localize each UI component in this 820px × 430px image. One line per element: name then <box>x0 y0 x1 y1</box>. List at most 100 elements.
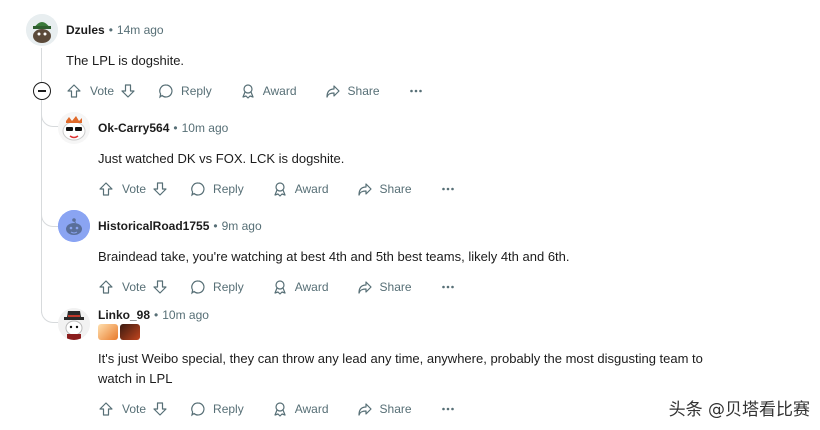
more-options-button[interactable] <box>408 83 424 99</box>
upvote-button[interactable] <box>98 181 114 197</box>
more-options-button[interactable] <box>440 401 456 417</box>
avatar[interactable] <box>58 210 90 242</box>
upvote-button[interactable] <box>98 401 114 417</box>
vote-label: Vote <box>122 280 147 294</box>
award-button[interactable]: Award <box>272 279 329 295</box>
ellipsis-icon <box>409 89 422 93</box>
downvote-button[interactable] <box>152 401 168 417</box>
separator: • <box>108 23 113 37</box>
award-button[interactable]: Award <box>240 83 297 99</box>
thread-line-main <box>41 48 42 82</box>
vote-label: Vote <box>122 182 147 196</box>
username[interactable]: Ok-Carry564 <box>98 121 169 135</box>
minus-icon <box>38 90 46 92</box>
share-label: Share <box>347 84 380 98</box>
comment-text: It's just Weibo special, they can throw … <box>98 349 798 389</box>
comment-text: Braindead take, you're watching at best … <box>98 249 570 264</box>
avatar-icon <box>26 14 58 46</box>
award-button[interactable]: Award <box>272 181 329 197</box>
comment-meta: Linko_98 • 10m ago <box>98 307 209 323</box>
award-icon <box>274 182 286 197</box>
award-icon <box>274 402 286 417</box>
upvote-button[interactable] <box>98 279 114 295</box>
comment-actions: Vote Reply Award Share <box>98 178 456 200</box>
vote-label: Vote <box>122 402 147 416</box>
comment-actions: Vote Reply Award Share <box>98 398 456 420</box>
watermark: 头条 @贝塔看比赛 <box>668 400 810 420</box>
avatar-icon <box>58 308 90 340</box>
avatar-icon <box>58 112 90 144</box>
arrow-down-icon <box>121 84 135 98</box>
arrow-up-icon <box>99 402 113 416</box>
more-options-button[interactable] <box>440 181 456 197</box>
share-button[interactable]: Share <box>357 401 412 417</box>
comment-text: Just watched DK vs FOX. LCK is dogshite. <box>98 151 345 166</box>
share-label: Share <box>379 182 412 196</box>
share-icon <box>325 85 340 98</box>
award-label: Award <box>262 84 297 98</box>
comment-text: The LPL is dogshite. <box>66 53 185 68</box>
separator: • <box>154 308 159 322</box>
timestamp[interactable]: 10m ago <box>162 308 209 322</box>
award-button[interactable]: Award <box>272 401 329 417</box>
share-button[interactable]: Share <box>325 83 380 99</box>
reply-button[interactable]: Reply <box>190 279 244 295</box>
avatar[interactable] <box>58 308 90 340</box>
arrow-down-icon <box>153 402 167 416</box>
reply-label: Reply <box>213 280 244 294</box>
vote-label: Vote <box>90 84 115 98</box>
separator: • <box>213 219 218 233</box>
comment-actions: Vote Reply Award Share <box>98 276 456 298</box>
avatar[interactable] <box>58 112 90 144</box>
upvote-button[interactable] <box>66 83 82 99</box>
avatar[interactable] <box>26 14 58 46</box>
comment-icon <box>191 280 205 295</box>
reply-label: Reply <box>213 182 244 196</box>
downvote-button[interactable] <box>120 83 136 99</box>
award-label: Award <box>294 182 329 196</box>
timestamp[interactable]: 9m ago <box>222 219 262 233</box>
reply-label: Reply <box>213 402 244 416</box>
share-icon <box>357 403 372 416</box>
flair-emoji <box>120 324 140 340</box>
snoo-icon <box>58 210 90 242</box>
username[interactable]: Linko_98 <box>98 308 150 322</box>
comment-icon <box>191 402 205 417</box>
timestamp[interactable]: 10m ago <box>182 121 229 135</box>
share-label: Share <box>379 280 412 294</box>
share-icon <box>357 183 372 196</box>
award-icon <box>242 84 254 99</box>
comment-meta: Dzules • 14m ago <box>66 22 164 38</box>
arrow-up-icon <box>99 182 113 196</box>
comment-icon <box>159 84 173 99</box>
ellipsis-icon <box>441 187 454 191</box>
collapse-thread-button[interactable] <box>33 82 51 100</box>
downvote-button[interactable] <box>152 279 168 295</box>
ellipsis-icon <box>441 285 454 289</box>
reply-button[interactable]: Reply <box>190 401 244 417</box>
arrow-down-icon <box>153 280 167 294</box>
downvote-button[interactable] <box>152 181 168 197</box>
share-button[interactable]: Share <box>357 181 412 197</box>
user-flair <box>98 324 140 340</box>
more-options-button[interactable] <box>440 279 456 295</box>
thread-line-replies <box>41 100 42 313</box>
username[interactable]: Dzules <box>66 23 105 37</box>
comment-text-line: It's just Weibo special, they can throw … <box>98 351 703 366</box>
reply-button[interactable]: Reply <box>190 181 244 197</box>
share-button[interactable]: Share <box>357 279 412 295</box>
award-icon <box>274 280 286 295</box>
share-icon <box>357 281 372 294</box>
comment-meta: Ok-Carry564 • 10m ago <box>98 120 228 136</box>
reply-button[interactable]: Reply <box>158 83 212 99</box>
reply-label: Reply <box>181 84 212 98</box>
share-label: Share <box>379 402 412 416</box>
arrow-up-icon <box>99 280 113 294</box>
thread-branch <box>41 108 60 127</box>
comment-actions: Vote Reply Award Share <box>66 80 424 102</box>
separator: • <box>173 121 178 135</box>
username[interactable]: HistoricalRoad1755 <box>98 219 209 233</box>
arrow-down-icon <box>153 182 167 196</box>
timestamp[interactable]: 14m ago <box>117 23 164 37</box>
comment-icon <box>191 182 205 197</box>
